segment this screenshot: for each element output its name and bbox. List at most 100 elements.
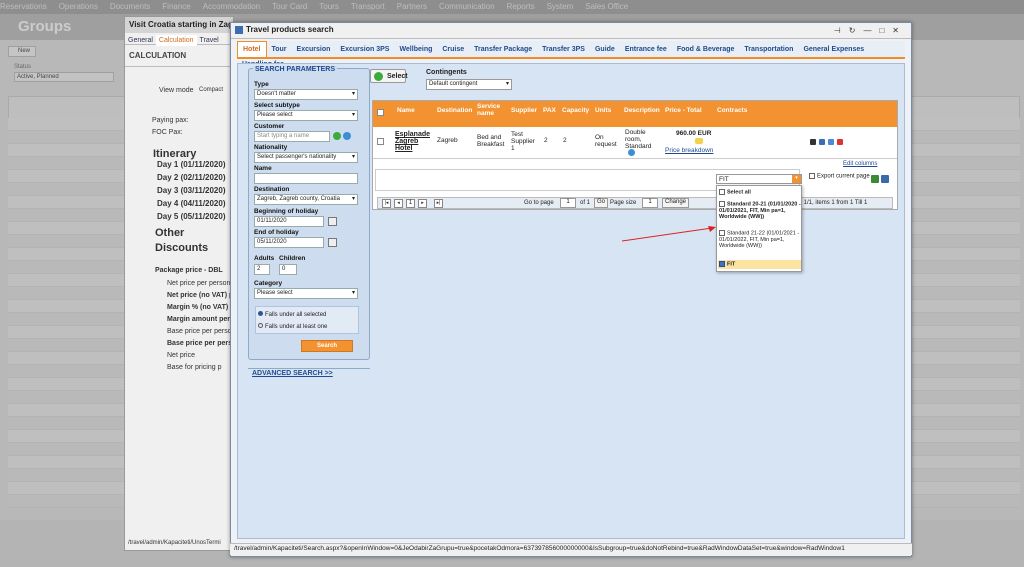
contract-option-select-all[interactable]: Select all	[719, 189, 801, 196]
edit-columns-link[interactable]: Edit columns	[843, 161, 877, 167]
tab-travel[interactable]: Travel	[197, 35, 222, 46]
info-icon[interactable]	[628, 149, 635, 156]
tab-cruise[interactable]: Cruise	[437, 42, 469, 57]
tab-transfer-package[interactable]: Transfer Package	[469, 42, 537, 57]
nationality-select[interactable]: Select passenger's nationality ▾	[254, 152, 358, 163]
contract-option[interactable]: Standard 21-22 (01/01/2021 - 01/01/2022,…	[719, 230, 801, 250]
tab-excursion-3ps[interactable]: Excursion 3PS	[335, 42, 394, 57]
other-heading[interactable]: Other	[155, 227, 184, 239]
destination-select[interactable]: Zagreb, Zagreb county, Croatia ▾	[254, 194, 358, 205]
excel-icon[interactable]	[871, 175, 879, 183]
row-description: Double room, Standard	[625, 129, 652, 150]
tab-hotel[interactable]: Hotel	[237, 41, 267, 57]
price-row-label: Base for pricing p	[167, 364, 222, 371]
tab-wellbeing[interactable]: Wellbeing	[394, 42, 437, 57]
select-all-checkbox[interactable]	[377, 109, 384, 116]
minimize-icon[interactable]: —	[863, 26, 879, 35]
itinerary-day[interactable]: Day 5 (05/11/2020)	[157, 212, 226, 221]
itinerary-day[interactable]: Day 3 (03/11/2020)	[157, 186, 226, 195]
tab-general-expenses[interactable]: General Expenses	[798, 42, 869, 57]
col-header[interactable]: Capacity	[562, 107, 589, 114]
goto-input[interactable]: 1	[560, 198, 576, 208]
col-header[interactable]: PAX	[543, 107, 556, 114]
tab-transfer-3ps[interactable]: Transfer 3PS	[537, 42, 590, 57]
row-units: On request	[595, 134, 617, 148]
select-button[interactable]: Select	[370, 69, 408, 83]
contingents-select[interactable]: Default contingent ▾	[426, 79, 512, 90]
destination-label: Destination	[254, 186, 290, 193]
col-header[interactable]: Contracts	[717, 107, 747, 114]
itinerary-day[interactable]: Day 2 (02/11/2020)	[157, 173, 226, 182]
maximize-icon[interactable]: □	[879, 26, 892, 35]
col-header[interactable]: Name	[397, 107, 415, 114]
row-checkbox[interactable]	[377, 138, 384, 145]
page-size-input[interactable]: 1	[642, 198, 658, 208]
radio-all-selected[interactable]: Falls under all selected	[258, 311, 326, 318]
name-input[interactable]	[254, 173, 358, 184]
reload-icon[interactable]: ↻	[849, 26, 864, 35]
tab-tour[interactable]: Tour	[267, 42, 292, 57]
product-tabs: Hotel Tour Excursion Excursion 3PS Wellbeing…	[237, 41, 905, 68]
settings-icon[interactable]	[819, 139, 825, 145]
search-parameters-panel: SEARCH PARAMETERS Type Doesn't matter ▾ S…	[248, 66, 370, 360]
subtype-label: Select subtype	[254, 102, 300, 109]
tab-food-beverage[interactable]: Food & Beverage	[672, 42, 740, 57]
tab-entrance-fee[interactable]: Entrance fee	[620, 42, 672, 57]
view-mode-select[interactable]: Compact	[199, 87, 223, 93]
view-mode-label: View mode	[159, 87, 194, 94]
col-header[interactable]: Description	[624, 107, 660, 114]
edit-icon[interactable]	[828, 139, 834, 145]
add-customer-icon[interactable]	[333, 132, 341, 140]
children-select[interactable]: 0	[279, 264, 297, 275]
subtype-select[interactable]: Please select ▾	[254, 110, 358, 121]
pdf-icon[interactable]	[837, 139, 843, 145]
table-row[interactable]: Esplanade Zagreb Hotel Zagreb Bed and Br…	[373, 127, 897, 159]
tab-excursion[interactable]: Excursion	[292, 42, 336, 57]
page-number[interactable]: 1	[406, 199, 415, 208]
cart-icon[interactable]	[810, 139, 816, 145]
begin-date-input[interactable]: 01/11/2020	[254, 216, 324, 227]
col-header[interactable]: Service name	[477, 103, 503, 117]
tab-guide[interactable]: Guide	[590, 42, 620, 57]
tab-calculation[interactable]: Calculation	[155, 35, 197, 46]
change-button[interactable]: Change	[662, 198, 690, 208]
first-page-icon[interactable]: |◂	[382, 199, 391, 208]
advanced-search-link[interactable]: ADVANCED SEARCH >>	[248, 368, 370, 382]
pin-icon[interactable]: ⊣	[834, 26, 849, 35]
prev-page-icon[interactable]: ◂	[394, 199, 403, 208]
next-page-icon[interactable]: ▸	[418, 199, 427, 208]
calendar-icon[interactable]	[328, 217, 337, 226]
contracts-select[interactable]: FIT ▾	[716, 174, 802, 184]
tab-transportation[interactable]: Transportation	[739, 42, 798, 57]
col-header[interactable]: Destination	[437, 107, 472, 114]
search-button[interactable]: Search	[301, 340, 353, 352]
radio-at-least-one[interactable]: Falls under at least one	[258, 323, 327, 330]
col-header[interactable]: Price - Total	[665, 107, 702, 114]
adults-input[interactable]: 2	[254, 264, 270, 275]
coins-icon	[695, 138, 703, 144]
category-select[interactable]: Please select ▾	[254, 288, 358, 299]
close-icon[interactable]: ✕	[892, 26, 907, 35]
itinerary-day[interactable]: Day 4 (04/11/2020)	[157, 199, 226, 208]
end-date-input[interactable]: 05/11/2020	[254, 237, 324, 248]
type-select[interactable]: Doesn't matter ▾	[254, 89, 358, 100]
last-page-icon[interactable]: ▸|	[434, 199, 443, 208]
col-header[interactable]: Supplier	[511, 107, 537, 114]
calendar-icon[interactable]	[328, 238, 337, 247]
contract-option-fit[interactable]: FIT	[718, 260, 801, 269]
contract-option[interactable]: Standard 20-21 (01/01/2020 - 01/01/2021,…	[719, 201, 801, 221]
tab-general[interactable]: General	[125, 35, 156, 46]
export-current-page[interactable]: Export current page	[809, 173, 870, 180]
itinerary-heading[interactable]: Itinerary	[153, 148, 196, 160]
customer-input[interactable]: Start typing a name	[254, 131, 330, 142]
go-button[interactable]: Go	[594, 198, 609, 208]
word-icon[interactable]	[881, 175, 889, 183]
discounts-heading[interactable]: Discounts	[155, 242, 208, 254]
dialog-title-text: Travel products search	[246, 25, 334, 34]
col-header[interactable]: Units	[595, 107, 611, 114]
hotel-name-link[interactable]: Esplanade Zagreb Hotel	[395, 131, 433, 152]
price-breakdown-link[interactable]: Price breakdown	[665, 147, 713, 154]
customer-details-icon[interactable]	[343, 132, 351, 140]
itinerary-day[interactable]: Day 1 (01/11/2020)	[157, 160, 226, 169]
window-controls[interactable]: ⊣↻—□✕	[834, 26, 907, 35]
